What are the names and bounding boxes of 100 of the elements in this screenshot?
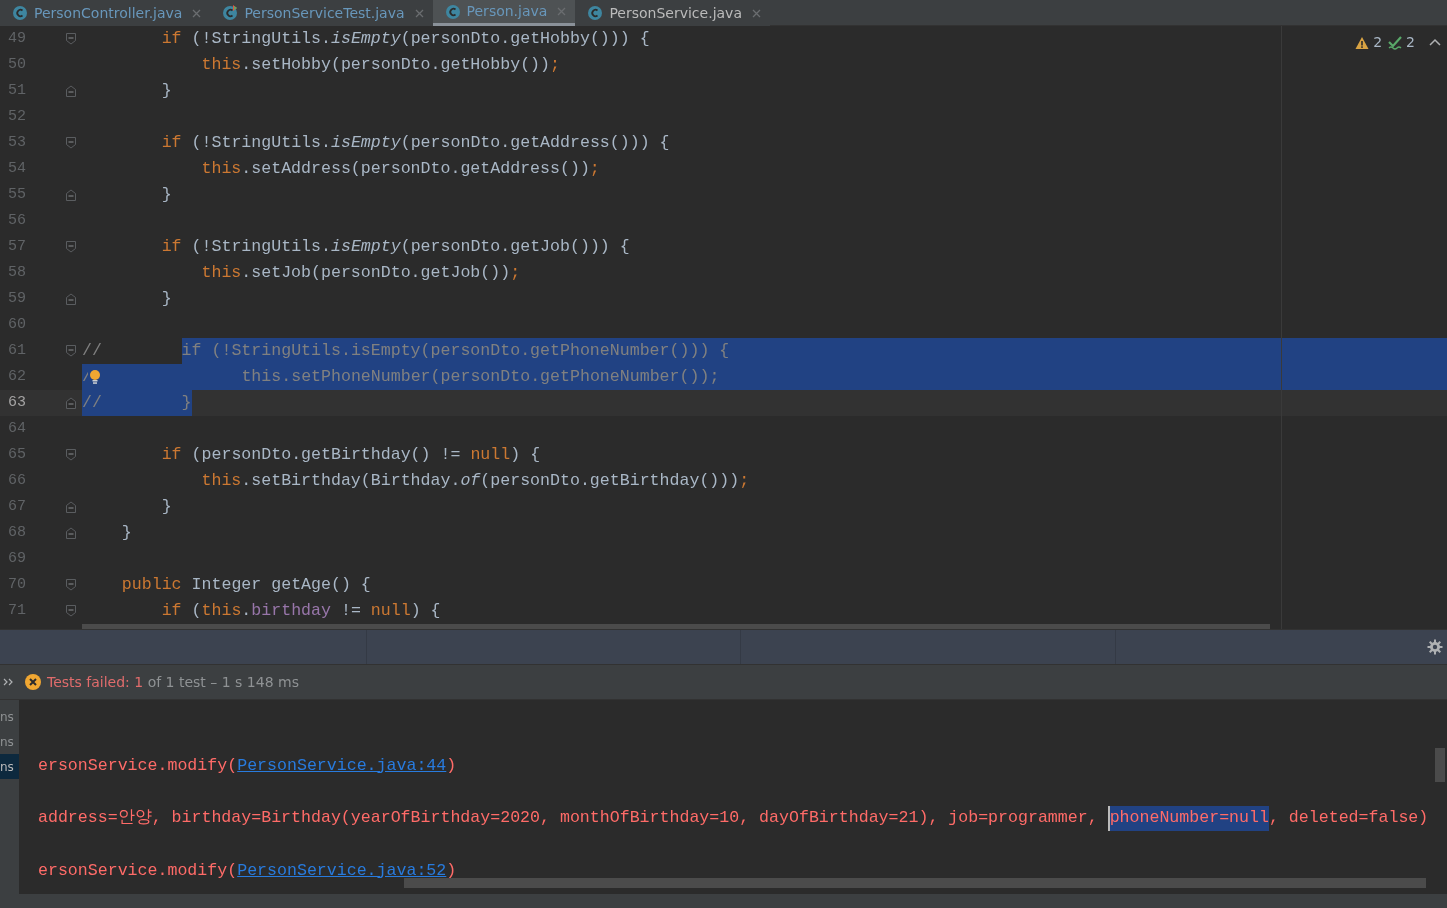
class-icon <box>587 5 604 21</box>
line-number: 59 <box>7 288 27 309</box>
editor-tab[interactable]: Person.java <box>432 0 576 26</box>
weak-warning-count[interactable]: 2 <box>1388 32 1415 53</box>
code-text: ( <box>190 599 202 622</box>
line-number: 52 <box>7 106 27 127</box>
code-text: this <box>200 261 242 284</box>
line-number: 51 <box>7 80 27 101</box>
code-text: ; <box>589 157 600 180</box>
line-number: 64 <box>7 418 27 439</box>
horizontal-scrollbar[interactable] <box>82 624 1270 629</box>
line-number: 62 <box>7 366 27 387</box>
test-class-icon <box>222 5 239 21</box>
code-text: (!StringUtils. <box>190 235 331 258</box>
code-text: } <box>160 79 172 102</box>
close-icon <box>750 7 762 19</box>
file-link[interactable]: PersonService.java:52 <box>237 858 447 884</box>
fold-icon[interactable] <box>66 397 76 409</box>
line-number: 57 <box>7 236 27 257</box>
fold-icon[interactable] <box>66 345 76 357</box>
line-number: 65 <box>7 444 27 465</box>
code-text: } <box>160 183 172 206</box>
code-text: (personDto.getJob())) { <box>400 235 630 258</box>
warning-icon <box>1355 35 1370 50</box>
code-text: .setAddress(personDto.getAddress()) <box>241 157 590 180</box>
double-chevron-icon[interactable] <box>3 677 13 687</box>
fold-icon[interactable] <box>66 189 76 201</box>
close-icon <box>191 7 203 19</box>
code-text: .setBirthday(Birthday. <box>241 469 461 492</box>
warning-count[interactable]: 2 <box>1355 32 1383 53</box>
line-number: 50 <box>7 54 27 75</box>
code-text: if <box>160 235 182 258</box>
line-number: 55 <box>7 184 27 205</box>
code-text: ; <box>550 53 560 76</box>
console-output: ersonService.modify(PersonService.java:44) address=안양, birthday=Birthday(yearOfBirthday=2020, monthOfBirthday=10, dayOfBirthday=21), job=programmer, phoneNumber=null, deleted=false) ersonService.modify(PersonService.java:52) <box>19 700 1447 894</box>
code-text: (personDto.getHobby())) { <box>400 27 650 50</box>
fold-icon[interactable] <box>66 293 76 305</box>
code-text: (personDto.getBirthday())) <box>480 469 740 492</box>
code-text: } <box>160 495 172 518</box>
code-text: } <box>120 521 132 544</box>
fold-icon[interactable] <box>66 85 76 97</box>
code-text: this <box>200 469 242 492</box>
chevron-up-icon[interactable] <box>1429 38 1441 47</box>
code-text: getAge <box>271 573 331 596</box>
code-text: () { <box>330 573 371 596</box>
line-number: 69 <box>7 548 27 569</box>
fold-icon[interactable] <box>66 449 76 461</box>
line-number: 49 <box>7 28 27 49</box>
line-number: 60 <box>7 314 27 335</box>
test-list-item[interactable]: ns <box>0 704 19 729</box>
code-text: // } <box>82 390 192 416</box>
test-status: Tests failed: 1 of 1 test – 1 s 148 ms <box>47 672 299 692</box>
line-number: 67 <box>7 496 27 517</box>
code-text: ) { <box>410 599 441 622</box>
code-text: .setJob(personDto.getJob()) <box>241 261 511 284</box>
code-text: (personDto.getAddress())) { <box>400 131 670 154</box>
fold-icon[interactable] <box>66 137 76 149</box>
fold-icon[interactable] <box>66 501 76 513</box>
fold-icon[interactable] <box>66 605 76 617</box>
code-text: if <box>160 131 182 154</box>
code-text: != <box>339 599 362 622</box>
line-number: 66 <box>7 470 27 491</box>
settings-icon[interactable] <box>1427 639 1443 655</box>
code-text: this.setPhoneNumber(personDto.getPhoneNumber()); <box>101 364 720 390</box>
code-text: (personDto.getBirthday() != <box>190 443 462 466</box>
code-text: birthday <box>251 599 331 622</box>
fold-icon[interactable] <box>66 241 76 253</box>
line-number: 58 <box>7 262 27 283</box>
code-text: isEmpty <box>330 131 401 154</box>
code-text: isEmpty <box>330 235 401 258</box>
code-text: null <box>470 443 511 466</box>
code-text: .setHobby(personDto.getHobby()) <box>241 53 551 76</box>
vertical-scrollbar[interactable] <box>1435 748 1445 782</box>
line-number: 70 <box>7 574 27 595</box>
close-icon <box>413 7 425 19</box>
code-text: ; <box>739 469 750 492</box>
code-text: if (!StringUtils.isEmpty(personDto.getPhoneNumber())) { <box>181 338 730 364</box>
code-text: Integer <box>190 573 263 596</box>
code-text: } <box>160 287 172 310</box>
fold-icon[interactable] <box>66 33 76 45</box>
fold-icon[interactable] <box>66 527 76 539</box>
code-text: if <box>160 27 182 50</box>
code-text: null <box>370 599 411 622</box>
code-text: public <box>120 573 182 596</box>
code-text: . <box>241 599 252 622</box>
code-text: this <box>200 157 242 180</box>
class-icon <box>444 3 461 20</box>
line-number: 61 <box>7 340 27 361</box>
test-list-item[interactable]: ns <box>0 754 19 779</box>
class-icon <box>12 5 28 21</box>
code-text: isEmpty <box>330 27 401 50</box>
horizontal-scrollbar[interactable] <box>404 878 1426 888</box>
file-link[interactable]: PersonService.java:44 <box>237 753 447 779</box>
test-list-item[interactable]: ns <box>0 729 19 754</box>
code-text: if <box>160 443 182 466</box>
code-text: ) { <box>510 443 541 466</box>
failed-icon <box>25 674 41 690</box>
code-text: ; <box>510 261 521 284</box>
close-icon <box>556 6 568 17</box>
fold-icon[interactable] <box>66 579 76 591</box>
